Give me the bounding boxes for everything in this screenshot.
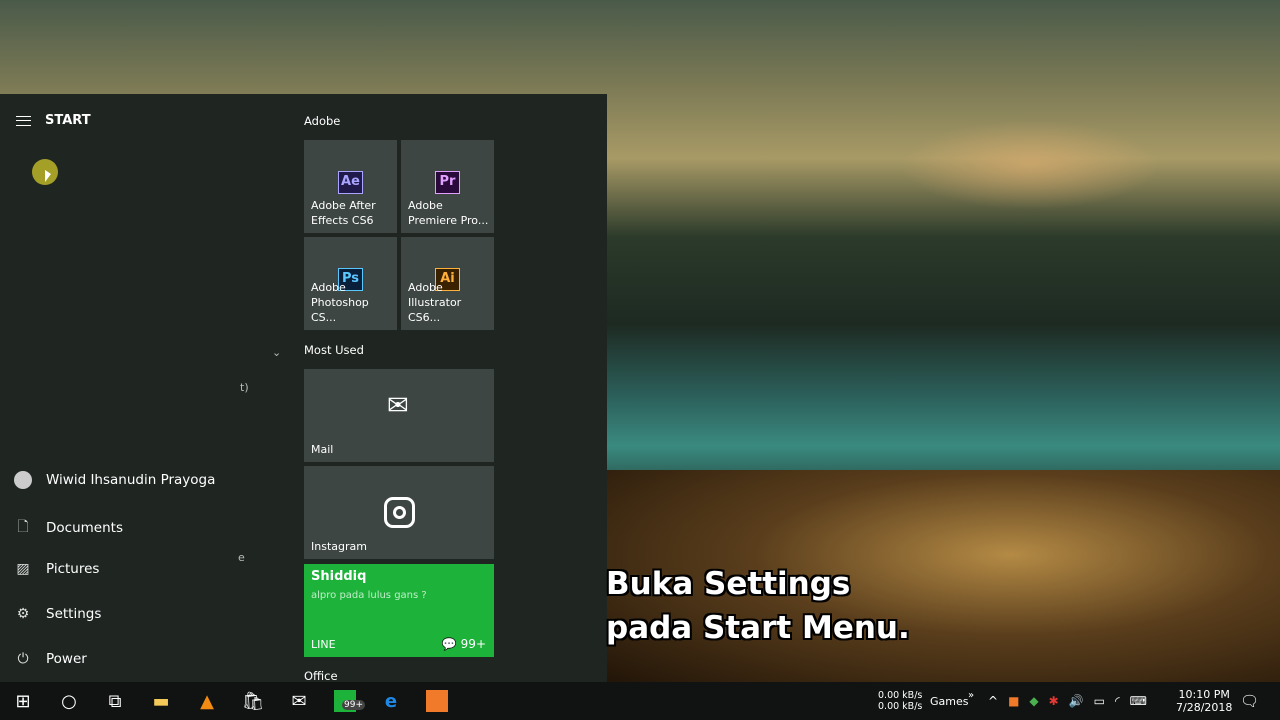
gear-icon: ⚙ <box>16 606 30 622</box>
notification-badge: 99+ <box>342 700 365 710</box>
file-explorer-icon[interactable]: ▬ <box>138 682 184 720</box>
premiere-icon: Pr <box>435 171 460 194</box>
tile-illustrator[interactable]: Ai Adobe Illustrator CS6... <box>401 237 494 330</box>
avatar <box>14 471 32 489</box>
mail-icon: ✉ <box>387 391 409 421</box>
tile-label: Instagram <box>311 540 367 553</box>
store-icon[interactable]: 🛍 <box>230 682 276 720</box>
app-list-fragment: e <box>238 551 245 564</box>
mail-icon[interactable]: ✉ <box>276 682 322 720</box>
tile-label: Adobe After <box>311 199 376 212</box>
tile-label: Adobe <box>408 199 443 212</box>
date: 7/28/2018 <box>1176 701 1233 714</box>
document-icon: 🗋 <box>17 519 29 535</box>
edge-icon[interactable]: e <box>368 682 414 720</box>
chat-bubble-icon: 💬 <box>441 637 461 651</box>
app-tray-icon[interactable]: ✱ <box>1049 694 1059 708</box>
idm-icon[interactable]: ◆ <box>1029 694 1038 708</box>
mouse-cursor-icon <box>32 159 58 185</box>
group-office[interactable]: Office <box>304 669 338 683</box>
power-icon: ⏻ <box>17 651 29 667</box>
net-speed: 0.00 kB/s 0.00 kB/s <box>878 682 922 720</box>
recorder-tray-icon[interactable]: ■ <box>1008 694 1019 708</box>
nav-documents[interactable]: 🗋 Documents <box>14 516 123 540</box>
tile-label: Mail <box>311 443 334 456</box>
chevron-up-icon[interactable]: ^ <box>988 694 998 708</box>
nav-label: Power <box>46 651 87 667</box>
app-list-fragment: t) <box>240 381 249 394</box>
nav-label: Settings <box>46 606 102 622</box>
tile-photoshop[interactable]: Ps Adobe Photoshop CS... <box>304 237 397 330</box>
tile-instagram[interactable]: Instagram <box>304 466 494 559</box>
hamburger-icon[interactable] <box>16 115 31 126</box>
task-view-icon[interactable]: ⧉ <box>92 682 138 720</box>
tile-label: Adobe <box>311 281 346 294</box>
group-adobe[interactable]: Adobe <box>304 114 340 128</box>
user-name: Wiwid Ihsanudin Prayoga <box>46 472 216 488</box>
user-account[interactable]: Wiwid Ihsanudin Prayoga <box>14 471 215 489</box>
wifi-icon[interactable]: ◜ <box>1115 694 1120 708</box>
time: 10:10 PM <box>1178 688 1230 701</box>
nav-label: Pictures <box>46 561 100 577</box>
tile-label: Effects CS6 <box>311 214 374 227</box>
video-caption: Buka Settings pada Start Menu. <box>606 562 910 650</box>
pictures-icon: ▨ <box>16 561 30 577</box>
caption-line: pada Start Menu. <box>606 610 910 646</box>
count-text: 99+ <box>460 637 486 651</box>
net-down: 0.00 kB/s <box>878 701 923 712</box>
tile-label: Illustrator CS6... <box>408 296 462 324</box>
caption-line: Buka Settings <box>606 566 851 602</box>
system-tray: ^ ■ ◆ ✱ 🔊 ▭ ◜ ⌨ <box>988 682 1147 720</box>
windows-start-icon[interactable]: ⊞ <box>0 682 46 720</box>
tile-label: LINE <box>311 638 336 651</box>
nav-settings[interactable]: ⚙ Settings <box>14 606 102 622</box>
tile-premiere[interactable]: Pr Adobe Premiere Pro... <box>401 140 494 233</box>
start-header[interactable]: START <box>16 113 91 128</box>
chevron-down-icon[interactable]: ⌄ <box>272 346 281 359</box>
clock[interactable]: 10:10 PM 7/28/2018 <box>1176 682 1232 720</box>
volume-icon[interactable]: 🔊 <box>1069 694 1084 708</box>
after-effects-icon: Ae <box>338 171 363 194</box>
toolbar-expand-icon[interactable]: » <box>968 676 974 714</box>
recorder-app-icon[interactable] <box>414 682 460 720</box>
nav-pictures[interactable]: ▨ Pictures <box>14 561 99 577</box>
instagram-icon <box>384 497 415 528</box>
cortana-icon[interactable]: ○ <box>46 682 92 720</box>
start-title: START <box>45 113 91 128</box>
nav-power[interactable]: ⏻ Power <box>14 651 87 667</box>
battery-icon[interactable]: ▭ <box>1094 694 1105 708</box>
group-most-used: Most Used <box>304 343 364 357</box>
net-up: 0.00 kB/s <box>878 690 923 701</box>
tile-label: Photoshop CS... <box>311 296 369 324</box>
keyboard-icon[interactable]: ⌨ <box>1130 694 1147 708</box>
tile-line[interactable]: Shiddiq alpro pada lulus gans ? LINE 💬 9… <box>304 564 494 657</box>
nav-label: Documents <box>46 520 123 536</box>
line-sender: Shiddiq <box>311 569 367 584</box>
line-taskbar-icon[interactable]: 99+ <box>322 682 368 720</box>
tile-label: Premiere Pro... <box>408 214 489 227</box>
vlc-icon[interactable]: ▲ <box>184 682 230 720</box>
line-message: alpro pada lulus gans ? <box>311 590 427 601</box>
sunset-glow <box>900 120 1160 210</box>
games-toolbar[interactable]: Games <box>930 682 968 720</box>
tile-mail[interactable]: ✉ Mail <box>304 369 494 462</box>
action-center-icon[interactable]: 🗨 <box>1240 682 1259 720</box>
tile-after-effects[interactable]: Ae Adobe After Effects CS6 <box>304 140 397 233</box>
line-count: 💬 99+ <box>442 637 486 652</box>
tile-label: Adobe <box>408 281 443 294</box>
